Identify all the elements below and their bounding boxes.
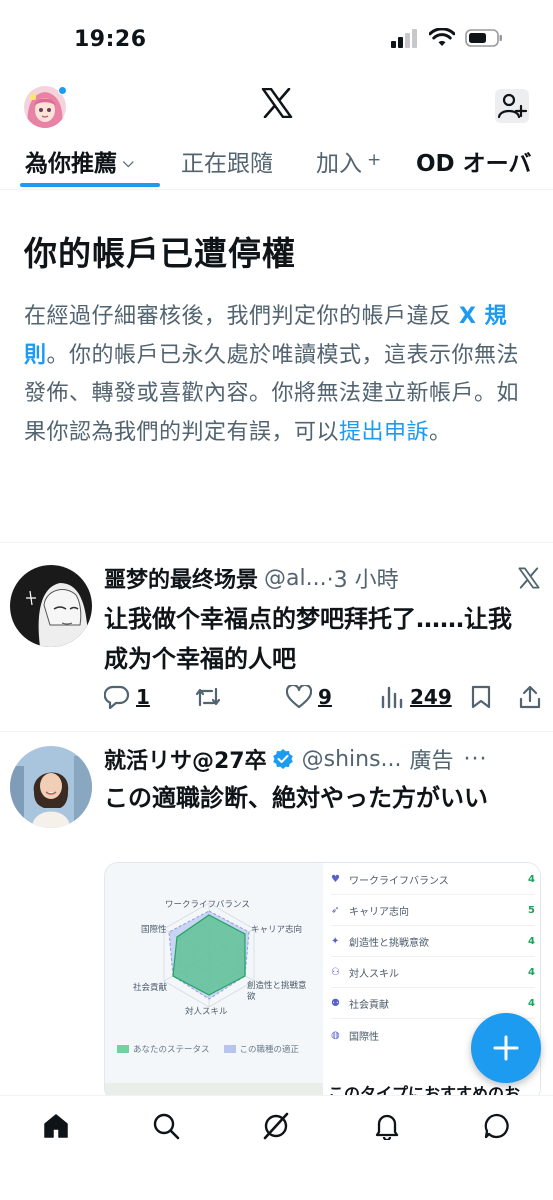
legend-item: あなたのステータス — [117, 1043, 210, 1055]
messages-icon[interactable] — [483, 1112, 511, 1140]
share-icon — [519, 685, 541, 709]
radar-label: 社会貢献 — [133, 983, 168, 993]
tweet-text: この適職診断、絶対やった方がいい — [104, 784, 488, 812]
radar-label: ワークライフバランス — [165, 900, 250, 910]
signal-icon — [391, 29, 417, 48]
grok-icon[interactable] — [262, 1112, 290, 1140]
repost-button[interactable] — [194, 685, 222, 709]
trait-row: ♥ ワークライフバランス 4 — [331, 865, 535, 895]
search-icon[interactable] — [152, 1112, 180, 1140]
notice-text-1: 在經過仔細審核後，我們判定你的帳戶違反 — [24, 304, 459, 329]
community-icon: ⚉ — [331, 998, 340, 1009]
globe-icon: ◍ — [331, 1029, 340, 1041]
legend-self-label: あなたのステータス — [133, 1045, 210, 1055]
home-icon[interactable] — [42, 1112, 70, 1140]
notice-text-3: 。 — [429, 419, 452, 445]
people-icon: ⚇ — [331, 967, 340, 978]
radar-label: 創造性と挑戦意欲 — [247, 981, 307, 1002]
reply-icon — [104, 685, 130, 709]
verified-badge-icon — [272, 749, 293, 769]
trait-value: 4 — [528, 874, 535, 885]
bookmark-button[interactable] — [470, 685, 492, 709]
tab-following[interactable]: 正在跟隨 — [181, 144, 273, 178]
plus-icon — [493, 1035, 519, 1061]
heart-icon — [286, 685, 312, 709]
trait-label: 対人スキル — [349, 969, 399, 980]
top-nav — [0, 80, 553, 132]
trait-value: 5 — [528, 905, 535, 916]
bottom-nav — [0, 1095, 553, 1200]
tweet-header: 就活リサ@27卒 @shins... 廣告 ··· — [104, 743, 539, 775]
wifi-icon — [429, 28, 455, 46]
view-count: 249 — [410, 685, 452, 709]
active-tab-indicator — [20, 183, 160, 187]
x-logo-icon[interactable] — [261, 88, 293, 118]
trait-row: ⚇ 対人スキル 4 — [331, 958, 535, 988]
more-options-icon[interactable]: ··· — [464, 747, 488, 772]
trait-value: 4 — [528, 998, 535, 1009]
trait-label: ワークライフバランス — [349, 876, 449, 887]
compose-post-button[interactable] — [471, 1013, 541, 1083]
trait-value: 4 — [528, 936, 535, 947]
radar-label: 対人スキル — [185, 1007, 228, 1017]
radar-label: 国際性 — [141, 925, 167, 935]
trait-label: 創造性と挑戦意欲 — [349, 938, 429, 949]
tab-join[interactable]: 加入 + — [316, 144, 381, 178]
chevron-down-icon: ⌵ — [123, 155, 134, 171]
notifications-bell-icon[interactable] — [373, 1112, 401, 1140]
add-follow-icon[interactable] — [495, 89, 529, 123]
like-count: 9 — [318, 685, 332, 709]
tweet-author-avatar[interactable] — [10, 746, 92, 828]
views-button[interactable]: 249 — [380, 685, 452, 709]
legend-job-label: この職種の適正 — [239, 1045, 300, 1055]
radar-label: キャリア志向 — [251, 925, 303, 935]
sparkle-icon: ✦ — [331, 936, 340, 947]
suspension-notice: 你的帳戶已遭停權 在經過仔細審核後，我們判定你的帳戶違反 X 規則。你的帳戶已永… — [24, 232, 529, 452]
notice-title: 你的帳戶已遭停權 — [24, 234, 296, 273]
tweet-header: 噩梦的最终场景 @al... ·3 小時 — [104, 562, 539, 594]
tab-join-label: 加入 — [316, 151, 362, 177]
author-name[interactable]: 噩梦的最终场景 — [104, 562, 258, 594]
heart-icon: ♥ — [331, 874, 340, 885]
trait-value: 4 — [528, 967, 535, 978]
tweet-text: 让我做个幸福点的梦吧拜托了……让我成为个幸福的人吧 — [104, 605, 512, 673]
bookmark-icon — [471, 685, 491, 709]
like-button[interactable]: 9 — [286, 685, 332, 709]
radar-legend: あなたのステータス この職種の適正 — [117, 1043, 299, 1055]
trait-row: ✦ 創造性と挑戦意欲 4 — [331, 927, 535, 957]
reply-count: 1 — [136, 685, 150, 709]
author-handle[interactable]: @al... — [264, 566, 327, 591]
trait-row: ➶ キャリア志向 5 — [331, 896, 535, 926]
tab-list[interactable]: OD オーバ — [416, 144, 531, 178]
x-logo-icon — [518, 567, 540, 589]
status-time: 19:26 — [74, 27, 147, 52]
tab-for-you[interactable]: 為你推薦 ⌵ — [25, 144, 134, 178]
tweet-time[interactable]: ·3 小時 — [327, 562, 399, 594]
battery-icon — [465, 29, 502, 47]
tweet-author-avatar[interactable] — [10, 565, 92, 647]
author-name[interactable]: 就活リサ@27卒 — [104, 743, 267, 775]
rocket-icon: ➶ — [331, 905, 340, 916]
notification-dot — [58, 86, 67, 95]
legend-item: この職種の適正 — [223, 1043, 300, 1055]
status-icons — [391, 28, 503, 48]
share-button[interactable] — [518, 685, 542, 709]
notice-body: 在經過仔細審核後，我們判定你的帳戶違反 X 規則。你的帳戶已永久處於唯讀模式，這… — [24, 298, 529, 452]
radar-chart-panel: ワークライフバランス キャリア志向 創造性と挑戦意欲 対人スキル 社会貢献 国際… — [105, 863, 323, 1101]
plus-icon: + — [367, 150, 382, 170]
status-bar: 19:26 — [0, 0, 553, 80]
trait-label: キャリア志向 — [349, 907, 409, 918]
tweet[interactable]: 噩梦的最终场景 @al... ·3 小時 让我做个幸福点的梦吧拜托了……让我成为… — [0, 543, 553, 731]
author-handle[interactable]: @shins... — [302, 747, 402, 772]
analytics-icon — [381, 686, 403, 709]
appeal-link[interactable]: 提出申訴 — [339, 420, 429, 445]
ad-label: 廣告 — [409, 749, 454, 774]
reply-button[interactable]: 1 — [104, 685, 150, 709]
tweet-actions: 1 9 249 — [104, 685, 544, 715]
tab-for-you-label: 為你推薦 — [25, 151, 117, 177]
repost-icon — [195, 687, 221, 707]
timeline-tabs: 為你推薦 ⌵ 正在跟隨 加入 + OD オーバ — [0, 132, 553, 190]
trait-label: 社会貢献 — [349, 1000, 389, 1011]
